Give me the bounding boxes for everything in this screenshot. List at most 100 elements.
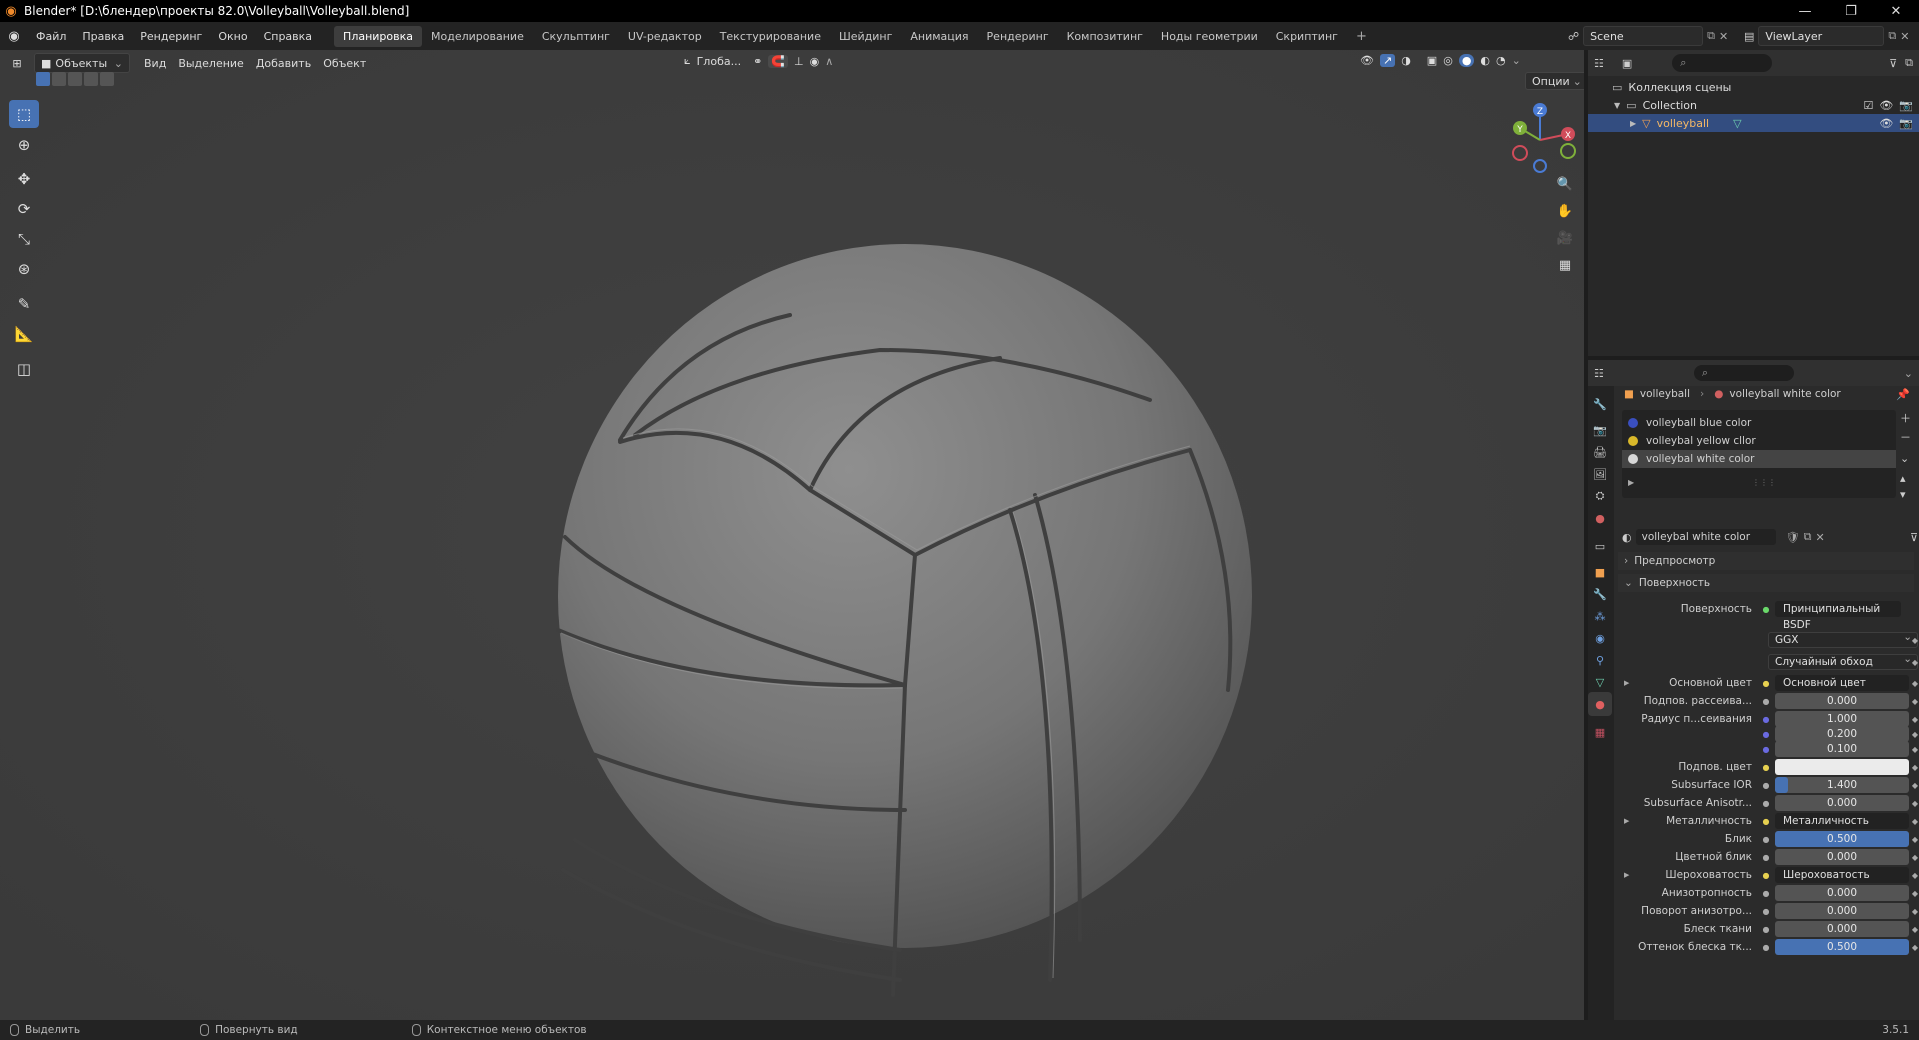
properties-search-input[interactable]: ⌕ [1693,365,1794,381]
outliner-search-input[interactable]: ⌕ [1672,54,1773,72]
move-tool[interactable]: ✥ [9,165,39,193]
scene-icon[interactable]: ☍ [1568,30,1579,43]
keyframe-dot-icon[interactable]: ◆ [1912,817,1918,826]
expand-chevron-icon[interactable]: ▶ [1624,679,1629,687]
param-value-field[interactable]: 0.000 [1775,921,1909,937]
rendered-shading-icon[interactable]: ◔ [1496,54,1506,67]
editor-type-icon[interactable]: ☷ [1594,57,1604,70]
menu-select[interactable]: Выделение [172,57,250,70]
expand-chevron-icon[interactable]: ▶ [1624,871,1629,879]
keyframe-dot-icon[interactable]: ◆ [1912,730,1918,739]
delete-scene-icon[interactable]: ✕ [1719,30,1728,43]
material-slot[interactable]: volleyball blue color [1622,414,1896,432]
expand-chevron-icon[interactable]: ▼ [1614,101,1620,110]
param-value-field[interactable]: 0.000 [1775,903,1909,919]
options-button[interactable]: Опции ⌄ [1525,72,1584,90]
scene-field[interactable]: Scene [1583,26,1704,46]
mesh-data-icon[interactable]: ▽ [1733,117,1741,130]
delete-viewlayer-icon[interactable]: ✕ [1900,30,1909,43]
measure-tool[interactable]: 📐 [9,320,39,348]
socket-icon[interactable]: ● [1760,923,1772,935]
transform-tool[interactable]: ⊛ [9,255,39,283]
chevron-down-icon[interactable]: ⌄ [1904,367,1913,380]
resize-handle-icon[interactable]: ⋮⋮⋮ [1752,478,1776,487]
keyframe-dot-icon[interactable]: ◆ [1912,697,1918,706]
tab-material-icon[interactable]: ● [1588,692,1612,716]
socket-icon[interactable]: ● [1760,815,1772,827]
tab-collection-icon[interactable]: ▭ [1588,534,1612,558]
cursor-tool[interactable]: ⊕ [9,131,39,159]
tab-output-icon[interactable]: 🖨 [1588,440,1612,464]
mode-dropdown[interactable]: ■ Объекты ⌄ [34,53,130,73]
socket-icon[interactable]: ● [1760,887,1772,899]
browse-material-icon[interactable]: ◐ [1622,531,1632,544]
select-extend-icon[interactable] [52,72,66,86]
viewlayer-icon[interactable]: ▤ [1744,30,1754,43]
duplicate-material-icon[interactable]: ⧉ [1804,530,1812,544]
preview-section-header[interactable]: › Предпросмотр [1618,552,1914,570]
material-name-field[interactable]: volleybal white color [1635,529,1776,545]
keyframe-dot-icon[interactable]: ◆ [1912,658,1918,667]
new-viewlayer-icon[interactable]: ⧉ [1888,29,1896,43]
surface-shader-field[interactable]: Принципиальный BSDF [1775,601,1901,631]
3d-viewport[interactable]: ⊞ ■ Объекты ⌄ Вид Выделение Добавить Объ… [0,50,1584,1020]
tab-data-icon[interactable]: ▽ [1588,670,1612,694]
socket-icon[interactable]: ● [1760,869,1772,881]
tab-texture-icon[interactable]: ▦ [1588,720,1612,744]
tab-sculpting[interactable]: Скульптинг [533,26,619,47]
camera-icon[interactable]: 🎥 [1553,226,1577,250]
orientation-dropdown[interactable]: Глоба... [697,55,741,68]
linked-input-field[interactable]: Шероховатость [1775,867,1909,883]
tab-compositing[interactable]: Композитинг [1058,26,1152,47]
param-value-field[interactable]: 0.000 [1775,849,1909,865]
socket-icon[interactable]: ● [1760,941,1772,953]
tab-animation[interactable]: Анимация [901,26,977,47]
tab-world-icon[interactable]: ● [1588,506,1612,530]
socket-icon[interactable]: ● [1760,761,1772,773]
zoom-icon[interactable]: 🔍 [1553,172,1577,196]
filter-icon[interactable]: ⊽ [1910,531,1918,544]
menu-add[interactable]: Добавить [250,57,317,70]
param-value-field[interactable]: 1.400 [1775,777,1909,793]
param-value-field[interactable]: 0.100 [1775,741,1909,757]
surface-section-header[interactable]: ⌄ Поверхность [1618,574,1914,592]
solid-shading-icon[interactable]: ● [1458,54,1475,67]
socket-icon[interactable]: ● [1760,695,1772,707]
scale-tool[interactable]: ⤡ [9,225,39,253]
proportional-edit-icon[interactable]: ◉ [810,55,820,68]
gizmo-toggle-icon[interactable]: ↗ [1379,54,1396,67]
menu-object[interactable]: Объект [317,57,372,70]
material-slot[interactable]: volleybal yellow cllor [1622,432,1896,450]
menu-window[interactable]: Окно [210,30,255,43]
tab-layout[interactable]: Планировка [334,25,423,47]
falloff-icon[interactable]: ∧ [825,55,833,68]
menu-help[interactable]: Справка [256,30,320,43]
display-mode-icon[interactable]: ▣ [1622,57,1632,70]
new-collection-icon[interactable]: ⧉ [1905,56,1913,70]
socket-icon[interactable]: ● [1760,677,1772,689]
tab-modeling[interactable]: Моделирование [422,26,533,47]
tab-physics-icon[interactable]: ◉ [1588,626,1612,650]
visibility-icon[interactable]: 👁 [1360,54,1374,67]
keyframe-dot-icon[interactable]: ◆ [1912,763,1918,772]
tab-shading[interactable]: Шейдинг [830,26,901,47]
menu-file[interactable]: Файл [28,30,74,43]
linked-input-field[interactable]: Металличность [1775,813,1909,829]
shading-options-icon[interactable]: ⌄ [1512,54,1521,67]
tab-uv-editing[interactable]: UV-редактор [619,26,711,47]
expand-chevron-icon[interactable]: ▶ [1624,817,1629,825]
material-shading-icon[interactable]: ◐ [1480,54,1490,67]
editor-type-icon[interactable]: ⊞ [0,57,34,70]
xray-icon[interactable]: ▣ [1427,54,1437,67]
keyframe-dot-icon[interactable]: ◆ [1912,871,1918,880]
socket-icon[interactable]: ● [1760,779,1772,791]
grid-perspective-icon[interactable]: ▦ [1553,253,1577,277]
exclude-checkbox-icon[interactable]: ☑ [1863,99,1873,112]
slot-specials-icon[interactable]: ⌄ [1900,452,1911,465]
tab-geometry-nodes[interactable]: Ноды геометрии [1152,26,1267,47]
outliner-collection[interactable]: ▼ ▭ Collection ☑ 👁 📷 [1588,96,1919,114]
new-scene-icon[interactable]: ⧉ [1707,29,1715,43]
rotate-tool[interactable]: ⟳ [9,195,39,223]
snap-icon[interactable]: 🧲 [768,54,788,68]
editor-type-icon[interactable]: ☷ [1594,367,1604,380]
